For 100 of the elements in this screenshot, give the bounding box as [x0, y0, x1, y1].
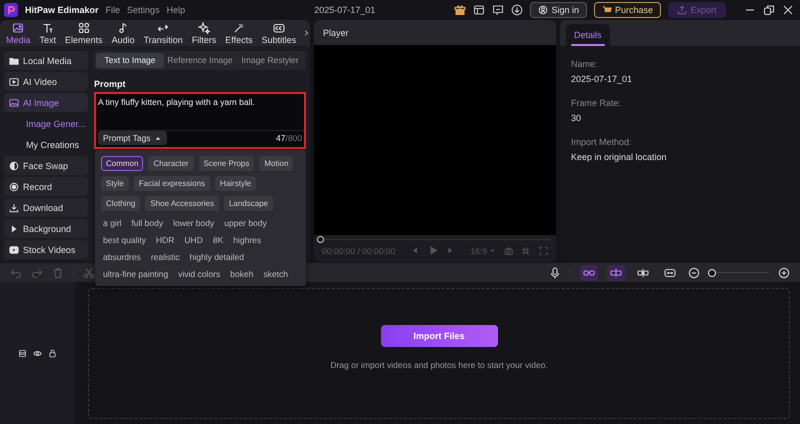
prompt-tag[interactable]: UHD [184, 235, 203, 245]
tag-category[interactable]: Common [101, 156, 144, 171]
microphone-icon[interactable] [549, 266, 561, 278]
prompt-tag[interactable]: sketch [263, 269, 288, 279]
tag-category[interactable]: Landscape [224, 196, 274, 211]
menu-item[interactable]: Help [166, 5, 186, 15]
shapes-icon [78, 22, 90, 34]
character-count: 47/800 [276, 133, 302, 143]
toolbar-tab[interactable]: Filters [192, 20, 216, 46]
tag-category[interactable]: Clothing [101, 196, 140, 211]
sidebar-item[interactable]: AI Image [4, 93, 88, 112]
close-icon[interactable] [782, 4, 794, 16]
sidebar-subitem[interactable]: Image Gener... [4, 114, 88, 133]
music-note-icon [117, 22, 130, 34]
sidebar-item[interactable]: Background [4, 219, 88, 238]
caret-icon [488, 247, 496, 254]
layout-icon[interactable] [473, 4, 486, 16]
sign-in-button[interactable]: Sign in [530, 2, 587, 18]
tag-category[interactable]: Facial expressions [134, 176, 210, 191]
prompt-tag[interactable]: a girl [103, 218, 122, 228]
field-value: Keep in original location [571, 152, 668, 162]
import-files-button[interactable]: Import Files [380, 325, 498, 347]
sidebar-item[interactable]: Face Swap [4, 156, 88, 175]
record-icon [9, 182, 19, 192]
prompt-tag[interactable]: vivid colors [178, 269, 220, 279]
prompt-input[interactable]: A tiny fluffy kitten, playing with a yarn ball. [96, 94, 304, 130]
prompt-tag[interactable]: upper body [224, 218, 267, 228]
prompt-tag[interactable]: absurdres [103, 252, 141, 262]
tag-category[interactable]: Motion [259, 156, 294, 171]
prompt-tag[interactable]: HDR [156, 235, 174, 245]
tag-category[interactable]: Scene Props [198, 156, 254, 171]
prompt-tag[interactable]: 8K [212, 235, 224, 245]
toolbar-tab[interactable]: Subtitles [262, 20, 296, 46]
purchase-button[interactable]: Purchase [594, 2, 661, 18]
play-icon [9, 224, 19, 234]
tag-category[interactable]: Shoe Accessories [145, 196, 219, 211]
tag-category[interactable]: Hairstyle [215, 176, 256, 191]
drop-hint: Drag or import videos and photos here to start your video. [330, 360, 548, 370]
menu-item[interactable]: Settings [127, 5, 160, 15]
details-tab[interactable]: Details [566, 24, 610, 46]
fit-icon [664, 266, 676, 278]
sidebar-item[interactable]: Local Media [4, 51, 88, 70]
prompt-tag[interactable]: full body [131, 218, 164, 228]
sidebar-item[interactable]: Download [4, 198, 88, 217]
prompt-tag[interactable]: realistic [150, 252, 180, 262]
restore-icon[interactable] [763, 4, 775, 16]
prompt-tag[interactable]: best quality [103, 235, 146, 245]
field-value: 30 [571, 113, 582, 123]
chat-icon[interactable] [492, 4, 504, 16]
tag-category[interactable]: Style [101, 176, 129, 191]
prompt-tag[interactable]: highly detailed [190, 252, 244, 262]
user-icon [538, 5, 548, 15]
mode-tab[interactable]: Reference Image [166, 53, 234, 68]
prompt-tags-button[interactable]: Prompt Tags [98, 131, 167, 145]
sidebar-subitem[interactable]: My Creations [4, 135, 88, 154]
mode-tab[interactable]: Image Restyler [236, 53, 304, 68]
tag-category[interactable]: Character [148, 156, 194, 171]
mode-tab[interactable]: Text to Image [96, 53, 164, 68]
sidebar-item[interactable]: Record [4, 177, 88, 196]
image-icon [12, 22, 24, 34]
toolbar-tab[interactable]: Effects [225, 20, 253, 46]
toolbar-tab[interactable]: Text [40, 20, 56, 46]
eye-icon[interactable] [33, 349, 42, 358]
logo-icon [4, 3, 18, 17]
toolbar-tab[interactable]: Audio [112, 20, 135, 46]
zoom-out-icon[interactable] [688, 266, 700, 278]
sparkle-icon [198, 22, 210, 34]
detach-icon [637, 266, 649, 278]
prompt-tag[interactable]: bokeh [230, 269, 254, 279]
folder-icon [9, 56, 19, 66]
gift-icon[interactable] [454, 4, 466, 16]
toolbar-tab[interactable]: Transition [144, 20, 183, 46]
split-icon [610, 266, 622, 278]
sidebar-item[interactable]: AI Video [4, 72, 88, 91]
prompt-tag[interactable]: ultra-fine painting [103, 269, 168, 279]
cart-icon [602, 5, 612, 15]
prompt-tag[interactable]: lower body [173, 218, 214, 228]
drop-zone[interactable]: Import Files Drag or import videos and photos here to start your video. [88, 288, 790, 419]
toolbar-tab[interactable]: Media [6, 20, 31, 46]
field-label: Import Method: [571, 137, 633, 147]
toolbar-tab[interactable]: Elements [65, 20, 103, 46]
wand-icon [232, 22, 245, 34]
image-icon [9, 98, 19, 108]
project-title: 2025-07-17_01 [313, 5, 376, 15]
zoom-thumb[interactable] [708, 268, 716, 276]
sidebar-item[interactable]: Stock Videos [4, 240, 88, 259]
lock-icon[interactable] [48, 349, 57, 358]
download-icon[interactable] [511, 4, 524, 16]
zoom-in-icon[interactable] [778, 266, 790, 278]
link-toggle[interactable] [580, 264, 598, 280]
progress-thumb[interactable] [317, 236, 324, 243]
prompt-label: Prompt [94, 79, 126, 89]
prompt-tag[interactable]: highres [233, 235, 262, 245]
field-label: Frame Rate: [571, 98, 622, 108]
download-icon [9, 202, 19, 212]
menu-item[interactable]: File [106, 5, 120, 15]
app-title: HitPaw Edimakor [25, 5, 99, 15]
zoom-slider[interactable] [709, 268, 769, 278]
field-label: Name: [571, 59, 599, 69]
split-toggle[interactable] [607, 264, 625, 280]
